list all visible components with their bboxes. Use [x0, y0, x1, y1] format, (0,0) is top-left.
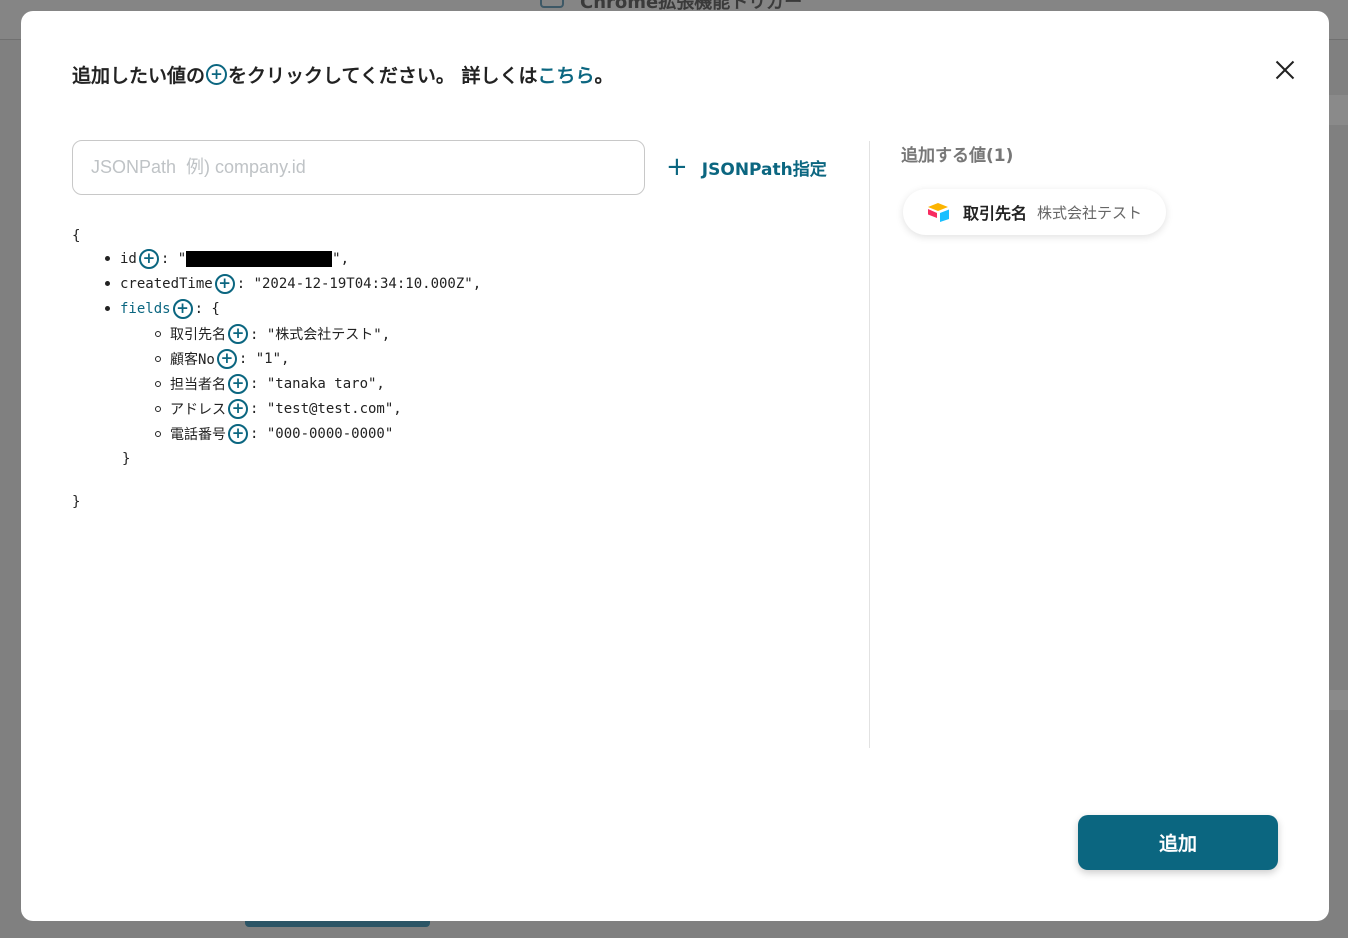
- json-row-fields: fields + : {: [105, 296, 220, 321]
- json-key: 電話番号: [170, 426, 226, 443]
- close-icon[interactable]: [1271, 56, 1299, 84]
- json-open-brace: {: [72, 223, 80, 248]
- json-value: : ": [160, 250, 187, 267]
- json-value: : "2024-12-19T04:34:10.000Z",: [236, 275, 482, 292]
- json-key: id: [120, 250, 137, 267]
- jsonpath-input[interactable]: [72, 140, 645, 195]
- bullet: [105, 306, 110, 311]
- json-value: : "000-0000-0000": [250, 425, 394, 442]
- modal-instruction: 追加したい値の + をクリックしてください。 詳しくは こちら 。: [72, 61, 614, 88]
- json-key: 取引先名: [170, 326, 226, 343]
- json-close-brace: }: [72, 489, 80, 514]
- brace-text: }: [122, 450, 131, 467]
- add-field-button[interactable]: +: [228, 398, 248, 419]
- json-value: : "1",: [238, 350, 290, 367]
- json-key: アドレス: [170, 401, 226, 418]
- bullet: [155, 355, 161, 362]
- plus-circle-icon: +: [206, 64, 228, 85]
- chip-value: 株式会社テスト: [1037, 203, 1143, 222]
- add-createdtime-button[interactable]: +: [214, 273, 235, 294]
- json-row-field: 顧客No + : "1",: [155, 346, 289, 371]
- add-field-button[interactable]: +: [228, 423, 248, 444]
- json-value: ",: [332, 250, 350, 267]
- add-field-button[interactable]: +: [228, 373, 248, 394]
- json-value: : "tanaka taro",: [250, 375, 385, 392]
- json-key: createdTime: [120, 275, 213, 292]
- bullet: [155, 330, 161, 337]
- bullet: [155, 430, 161, 437]
- bullet: [155, 405, 161, 412]
- brace-text: }: [72, 493, 81, 510]
- json-row-field: 担当者名 + : "tanaka taro",: [155, 371, 385, 396]
- add-fields-button[interactable]: +: [172, 298, 193, 319]
- puzzle-icon: [540, 0, 564, 8]
- airtable-icon: [928, 203, 949, 222]
- add-field-button[interactable]: +: [228, 323, 248, 344]
- added-values-title: 追加する値(1): [901, 146, 1014, 166]
- json-key: 担当者名: [170, 376, 226, 393]
- help-link[interactable]: こちら: [538, 61, 595, 88]
- jsonpath-specify-button[interactable]: + JSONPath指定: [666, 151, 827, 183]
- add-value-modal: 追加したい値の + をクリックしてください。 詳しくは こちら 。 + JSON…: [21, 11, 1329, 921]
- json-key[interactable]: fields: [120, 301, 171, 317]
- column-divider: [869, 141, 870, 748]
- instruction-text: 。: [594, 65, 614, 87]
- instruction-text: 追加したい値の: [72, 65, 206, 87]
- json-row-field: 電話番号 + : "000-0000-0000": [155, 421, 393, 446]
- json-fields-close: }: [122, 446, 130, 471]
- json-value: : "test@test.com",: [250, 400, 402, 417]
- add-id-button[interactable]: +: [138, 248, 159, 269]
- chip-key: 取引先名: [963, 204, 1028, 223]
- instruction-text: をクリックしてください。 詳しくは: [228, 65, 538, 87]
- add-field-button[interactable]: +: [216, 348, 237, 369]
- background-strip: [1328, 95, 1348, 125]
- added-value-chip[interactable]: 取引先名 株式会社テスト: [903, 189, 1167, 235]
- bullet: [105, 281, 110, 286]
- bullet: [105, 256, 110, 261]
- brace-text: {: [72, 227, 81, 244]
- plus-icon: +: [666, 152, 688, 182]
- redacted-value: [186, 250, 333, 267]
- json-value: : "株式会社テスト",: [250, 326, 391, 343]
- json-key: 顧客No: [170, 351, 215, 368]
- json-value: : {: [194, 300, 220, 317]
- add-button[interactable]: 追加: [1078, 815, 1278, 870]
- bullet: [155, 380, 161, 387]
- json-row-createdtime: createdTime + : "2024-12-19T04:34:10.000…: [105, 271, 481, 296]
- background-strip: [1328, 690, 1348, 710]
- json-row-field: アドレス + : "test@test.com",: [155, 396, 402, 421]
- json-row-id: id + : " ",: [105, 246, 349, 271]
- json-row-field: 取引先名 + : "株式会社テスト",: [155, 321, 390, 346]
- jsonpath-button-label: JSONPath指定: [701, 159, 827, 180]
